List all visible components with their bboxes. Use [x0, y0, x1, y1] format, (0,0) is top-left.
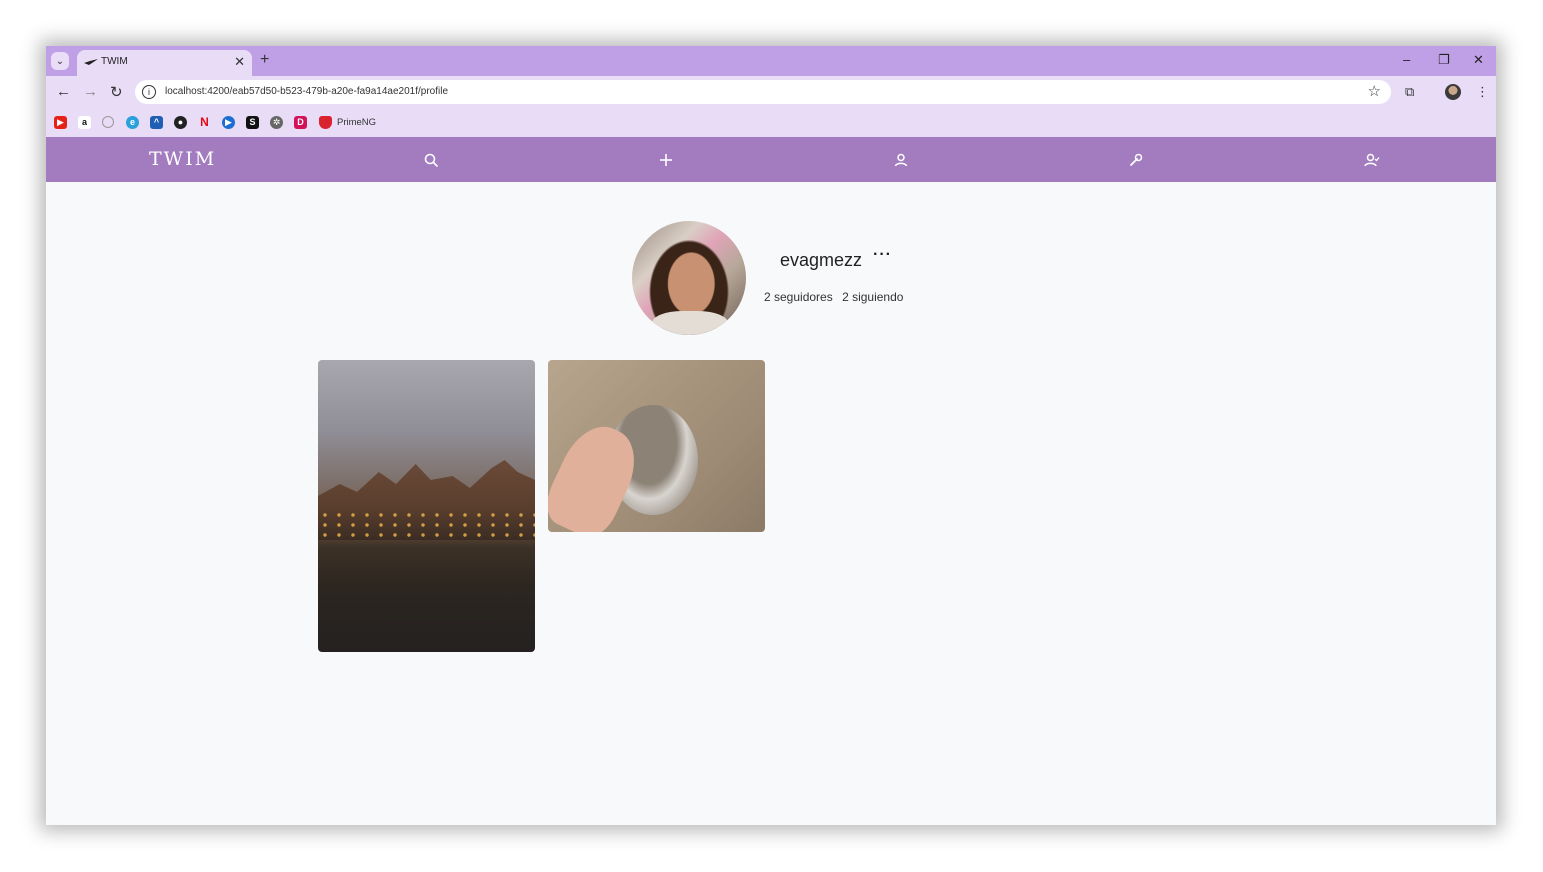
- address-bar[interactable]: i localhost:4200/eab57d50-b523-479b-a20e…: [135, 80, 1391, 104]
- s-icon[interactable]: S: [246, 116, 259, 129]
- bookmark-primeng[interactable]: PrimeNG: [337, 117, 376, 128]
- browser-window: ⌄ TWIM ✕ + – ❐ ✕ ← → ↻ i localhost:4200/…: [46, 46, 1496, 825]
- photo-lights: [318, 510, 535, 540]
- openai-icon[interactable]: ✲: [270, 116, 283, 129]
- close-icon[interactable]: ✕: [234, 54, 245, 70]
- browser-toolbar: ← → ↻ i localhost:4200/eab57d50-b523-479…: [46, 76, 1496, 109]
- extensions-icon[interactable]: ⧉: [1405, 84, 1414, 100]
- edge-icon[interactable]: e: [126, 116, 139, 129]
- app-navbar: TWIM: [46, 137, 1496, 182]
- user-icon[interactable]: [893, 152, 909, 168]
- globe-icon[interactable]: ●: [174, 116, 187, 129]
- minimize-button[interactable]: –: [1403, 52, 1410, 67]
- profile-stats: 2 seguidores 2 siguiendo: [764, 290, 909, 304]
- tab-title: TWIM: [101, 56, 128, 67]
- followers-count[interactable]: 2 seguidores: [764, 290, 833, 304]
- bird-icon: [84, 59, 98, 65]
- new-tab-button[interactable]: +: [260, 51, 269, 69]
- menu-icon[interactable]: ⋮: [1476, 84, 1489, 100]
- amazon-icon[interactable]: a: [78, 116, 91, 129]
- profile-avatar-icon[interactable]: [1445, 84, 1461, 100]
- wrench-icon[interactable]: [1128, 152, 1144, 168]
- browser-tab[interactable]: TWIM ✕: [77, 50, 252, 76]
- back-arrow-icon[interactable]: ←: [56, 83, 71, 100]
- avatar-shirt: [652, 311, 728, 335]
- user-check-icon[interactable]: [1364, 152, 1380, 168]
- tab-search-button[interactable]: ⌄: [51, 52, 69, 70]
- bookmarks-bar: ▶ a e ^ ● N ▶ S ✲ D PrimeNG: [46, 109, 1496, 137]
- reload-icon[interactable]: ↻: [110, 83, 123, 101]
- profile-picture[interactable]: [632, 221, 746, 335]
- following-count[interactable]: 2 siguiendo: [842, 290, 903, 304]
- graduation-cap-icon[interactable]: ^: [150, 116, 163, 129]
- more-options-icon[interactable]: ···: [873, 246, 892, 264]
- brand-logo[interactable]: TWIM: [149, 148, 216, 170]
- search-icon[interactable]: [423, 152, 439, 168]
- forward-arrow-icon[interactable]: →: [83, 83, 98, 100]
- profile-username: evagmezz: [780, 250, 863, 270]
- plus-icon[interactable]: [658, 152, 674, 168]
- d-icon[interactable]: D: [294, 116, 307, 129]
- shield-icon[interactable]: [319, 116, 332, 129]
- post-thumbnail[interactable]: [548, 360, 765, 532]
- restore-button[interactable]: ❐: [1438, 52, 1450, 68]
- window-close-button[interactable]: ✕: [1473, 52, 1484, 68]
- url-text[interactable]: localhost:4200/eab57d50-b523-479b-a20e-f…: [165, 86, 448, 97]
- post-thumbnail[interactable]: [318, 360, 535, 652]
- tab-strip: ⌄ TWIM ✕ + – ❐ ✕: [46, 46, 1496, 76]
- netflix-icon[interactable]: N: [198, 116, 211, 129]
- github-icon[interactable]: [102, 116, 114, 128]
- site-info-icon[interactable]: i: [142, 85, 156, 99]
- youtube-icon[interactable]: ▶: [54, 116, 67, 129]
- star-icon[interactable]: ☆: [1368, 82, 1381, 100]
- play-icon[interactable]: ▶: [222, 116, 235, 129]
